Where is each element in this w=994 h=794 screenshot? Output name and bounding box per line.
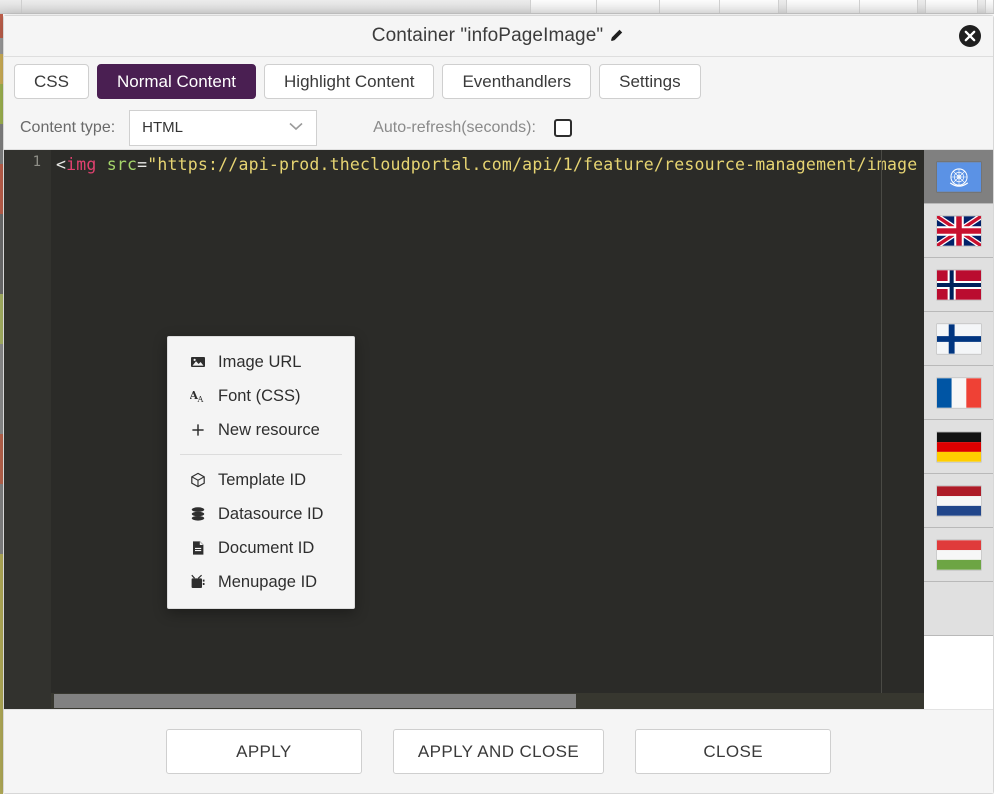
- flag-fr-icon: [936, 377, 981, 408]
- flag-no-icon: [936, 269, 981, 300]
- cube-icon: [190, 472, 206, 488]
- language-rail-end: [924, 636, 993, 709]
- token-attribute: src: [106, 155, 138, 174]
- image-icon: [190, 354, 206, 370]
- menu-item-label: Datasource ID: [218, 504, 324, 523]
- dialog-footer: APPLY APPLY AND CLOSE CLOSE: [4, 709, 993, 793]
- tab-highlight-content[interactable]: Highlight Content: [264, 64, 435, 99]
- tab-settings[interactable]: Settings: [599, 64, 701, 99]
- menu-item-image-url[interactable]: Image URL: [168, 345, 354, 379]
- code-line-1: <img src="https://api-prod.thecloudporta…: [56, 153, 917, 177]
- language-option-france[interactable]: [924, 366, 993, 420]
- flag-hu-icon: [936, 539, 981, 570]
- menu-item-label: New resource: [218, 420, 320, 439]
- auto-refresh-checkbox[interactable]: [553, 118, 572, 137]
- chevron-down-icon: [286, 116, 306, 140]
- content-type-label: Content type:: [20, 118, 116, 136]
- editor-print-margin: [881, 150, 882, 709]
- menu-item-new-resource[interactable]: New resource: [168, 413, 354, 447]
- language-option-united-nations[interactable]: [924, 150, 993, 204]
- line-number: 1: [32, 154, 41, 170]
- tab-css[interactable]: CSS: [14, 64, 89, 99]
- close-circle-icon[interactable]: [958, 24, 982, 48]
- tab-label: CSS: [34, 71, 69, 91]
- menu-item-datasource-id[interactable]: Datasource ID: [168, 497, 354, 531]
- close-button[interactable]: CLOSE: [635, 729, 832, 774]
- language-option-netherlands[interactable]: [924, 474, 993, 528]
- menu-item-menupage-id[interactable]: Menupage ID: [168, 565, 354, 599]
- token-open-angle: <: [56, 155, 67, 174]
- database-icon: [190, 506, 206, 522]
- flag-nl-icon: [936, 485, 981, 516]
- tab-label: Highlight Content: [284, 71, 415, 91]
- svg-text:A: A: [197, 395, 204, 404]
- menu-item-label: Template ID: [218, 470, 307, 489]
- language-option-finland[interactable]: [924, 312, 993, 366]
- language-option-norway[interactable]: [924, 258, 993, 312]
- screen-root: Container "infoPageImage" CSS Normal Con…: [0, 0, 994, 794]
- insert-resource-context-menu: Image URL A A Font (CSS) New resource Te…: [167, 336, 355, 609]
- plus-icon: [190, 422, 206, 438]
- document-icon: [190, 540, 206, 556]
- apply-button[interactable]: APPLY: [165, 729, 362, 774]
- content-type-value: HTML: [142, 119, 184, 136]
- token-tag-name: img: [66, 155, 97, 174]
- background-table-header: [0, 0, 994, 14]
- pencil-icon[interactable]: [609, 27, 625, 43]
- font-icon: A A: [190, 388, 206, 404]
- dialog-title-text: Container "infoPageImage": [371, 25, 604, 46]
- menu-item-font-css[interactable]: A A Font (CSS): [168, 379, 354, 413]
- menu-item-label: Menupage ID: [218, 572, 318, 591]
- editor-gutter: 1: [4, 150, 51, 709]
- tab-label: Settings: [619, 71, 681, 91]
- language-flag-rail: [924, 150, 993, 709]
- tab-eventhandlers[interactable]: Eventhandlers: [442, 64, 592, 99]
- code-editor[interactable]: 1 <img src="https://api-prod.thecloudpor…: [4, 150, 993, 709]
- flag-de-icon: [936, 431, 981, 462]
- language-rail-filler: [924, 582, 993, 636]
- container-editor-dialog: Container "infoPageImage" CSS Normal Con…: [3, 15, 994, 794]
- language-option-united-kingdom[interactable]: [924, 204, 993, 258]
- menu-item-document-id[interactable]: Document ID: [168, 531, 354, 565]
- apply-and-close-button[interactable]: APPLY AND CLOSE: [392, 729, 605, 774]
- content-type-row: Content type: HTML Auto-refresh(seconds)…: [4, 106, 993, 150]
- scrollbar-thumb[interactable]: [54, 694, 576, 708]
- flag-un-icon: [936, 161, 981, 192]
- tab-bar: CSS Normal Content Highlight Content Eve…: [4, 57, 993, 106]
- menu-separator: [180, 454, 342, 455]
- flag-fi-icon: [936, 323, 981, 354]
- menu-item-label: Font (CSS): [218, 386, 301, 405]
- menu-item-template-id[interactable]: Template ID: [168, 463, 354, 497]
- content-type-select[interactable]: HTML: [129, 109, 318, 146]
- auto-refresh-label: Auto-refresh(seconds):: [373, 118, 536, 136]
- token-string: "https://api-prod.thecloudportal.com/api…: [147, 155, 918, 174]
- language-option-germany[interactable]: [924, 420, 993, 474]
- menu-item-label: Image URL: [218, 352, 302, 371]
- flag-gb-icon: [936, 215, 981, 246]
- menu-item-label: Document ID: [218, 538, 315, 557]
- page-title: Container "infoPageImage": [372, 25, 625, 47]
- tab-label: Eventhandlers: [462, 71, 572, 91]
- tab-normal-content[interactable]: Normal Content: [96, 64, 257, 99]
- dialog-titlebar: Container "infoPageImage": [4, 16, 993, 57]
- language-option-hungary[interactable]: [924, 528, 993, 582]
- tab-label: Normal Content: [116, 71, 237, 91]
- editor-horizontal-scrollbar[interactable]: [51, 693, 924, 709]
- tv-icon: [190, 574, 206, 590]
- token-equals: =: [137, 155, 148, 174]
